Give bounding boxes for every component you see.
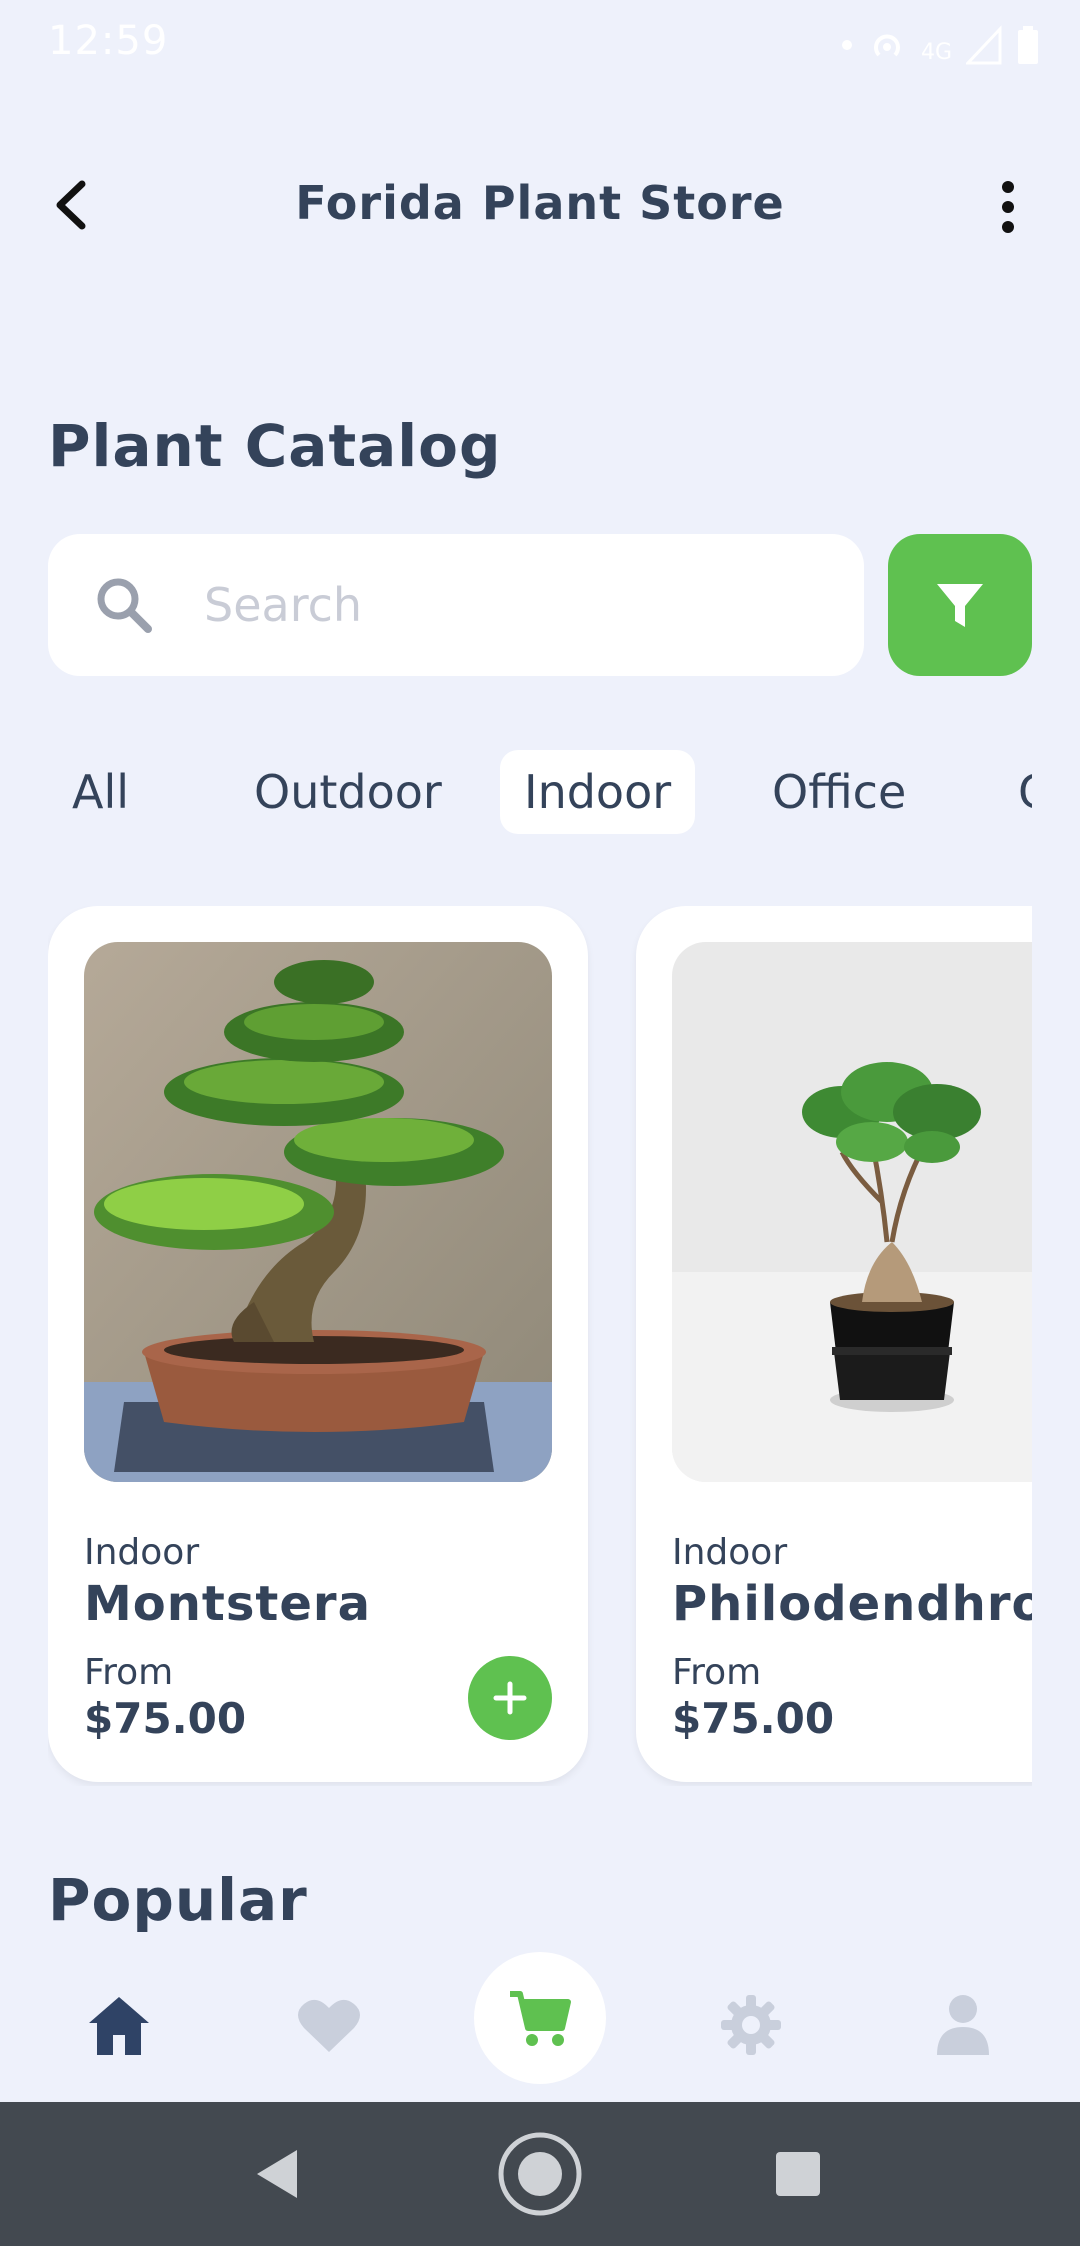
system-recents-button[interactable] (728, 2102, 868, 2246)
tab-all[interactable]: All (48, 750, 153, 834)
hotspot-icon (873, 34, 900, 57)
signal-icon (966, 25, 1002, 65)
search-icon (97, 578, 152, 633)
popular-section-title: Popular (48, 1866, 308, 1934)
product-carousel: Indoor Montstera From $75.00 Indoor Phil… (48, 906, 1032, 1786)
nav-settings[interactable] (686, 1960, 816, 2090)
product-name: Philodendhron (672, 1576, 1032, 1632)
search-box[interactable] (48, 534, 864, 676)
more-menu-button[interactable] (982, 172, 1034, 242)
plus-icon (493, 1681, 527, 1715)
system-back-button[interactable] (206, 2102, 346, 2246)
app-title: Forida Plant Store (295, 176, 785, 230)
search-input[interactable] (202, 577, 806, 633)
product-image-ficus (672, 942, 1032, 1482)
filter-icon (937, 584, 983, 627)
battery-icon (1018, 26, 1038, 64)
system-home-button[interactable] (470, 2102, 610, 2246)
product-name: Montstera (84, 1576, 371, 1632)
user-icon (937, 1995, 989, 2055)
status-time: 12:59 (48, 18, 169, 64)
system-navigation-bar (0, 2102, 1080, 2246)
product-price: $75.00 (672, 1694, 835, 1743)
bonsai-illustration (84, 942, 552, 1482)
nav-favorites[interactable] (264, 1960, 394, 2090)
nav-profile[interactable] (898, 1960, 1028, 2090)
filter-button[interactable] (888, 534, 1032, 676)
gear-icon (721, 1995, 781, 2055)
category-tabs: All Outdoor Indoor Office G (48, 750, 1032, 834)
more-vertical-icon (1002, 181, 1014, 193)
nav-home[interactable] (54, 1960, 184, 2090)
heart-icon (298, 1999, 360, 2052)
cart-icon (510, 1991, 571, 2046)
price-from-label: From (672, 1652, 762, 1693)
tab-outdoor[interactable]: Outdoor (230, 750, 466, 834)
notification-dot-icon (841, 40, 852, 50)
product-card[interactable]: Indoor Philodendhron From $75.00 (636, 906, 1032, 1782)
product-price: $75.00 (84, 1694, 247, 1743)
page-title: Plant Catalog (48, 412, 502, 480)
tab-indoor[interactable]: Indoor (500, 750, 696, 834)
status-icons: 4G (841, 20, 1040, 70)
nav-cart[interactable] (474, 1952, 606, 2084)
square-recents-icon (776, 2152, 820, 2196)
price-from-label: From (84, 1652, 174, 1693)
circle-home-icon (498, 2132, 582, 2216)
product-card[interactable]: Indoor Montstera From $75.00 (48, 906, 588, 1782)
tab-office[interactable]: Office (748, 750, 930, 834)
network-type: 4G (920, 39, 952, 65)
add-to-cart-button[interactable] (468, 1656, 552, 1740)
bottom-navigation (0, 1950, 1080, 2102)
triangle-back-icon (257, 2150, 297, 2198)
product-image-bonsai (84, 942, 552, 1482)
home-icon (89, 1997, 149, 2055)
status-bar: 12:59 4G (0, 0, 1080, 90)
product-category: Indoor (84, 1532, 200, 1573)
ficus-illustration (672, 942, 1032, 1482)
tab-more[interactable]: G (994, 750, 1032, 834)
product-category: Indoor (672, 1532, 788, 1573)
